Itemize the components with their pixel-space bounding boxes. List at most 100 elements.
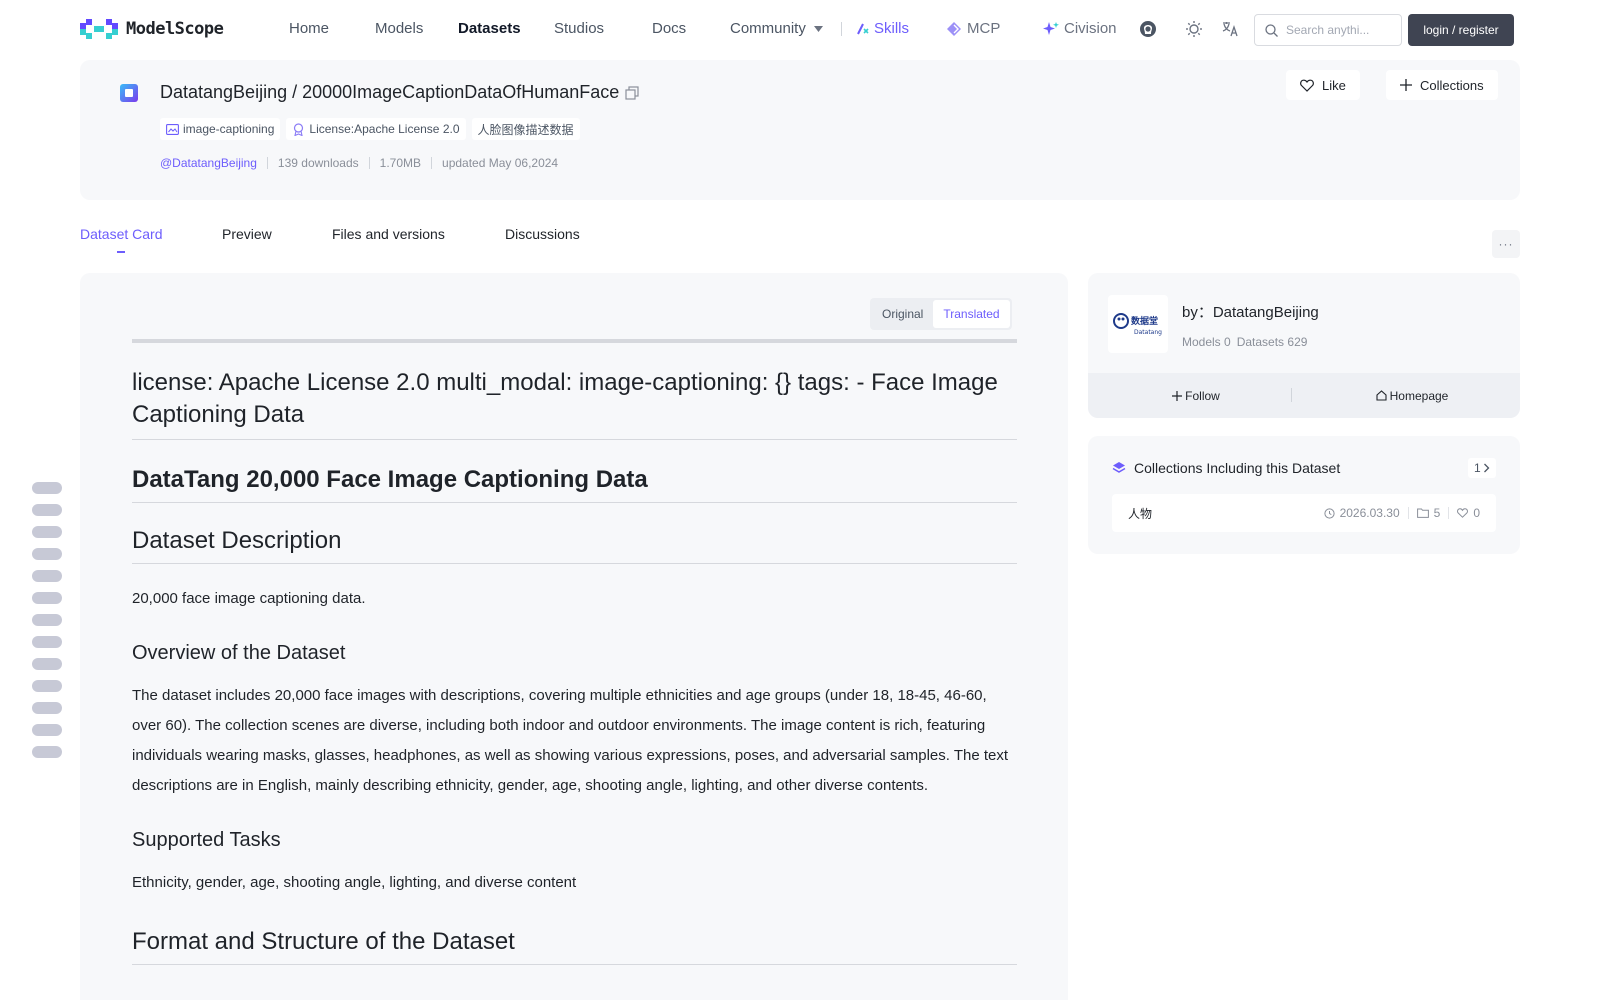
toc-item[interactable] bbox=[32, 746, 62, 758]
logo-english-text: Datatang bbox=[1134, 329, 1162, 336]
github-icon[interactable] bbox=[1138, 19, 1158, 39]
chevron-right-icon bbox=[1483, 463, 1490, 473]
stats-divider bbox=[1448, 507, 1450, 519]
more-options-button[interactable]: ··· bbox=[1492, 230, 1520, 258]
tag-image-captioning[interactable]: image-captioning bbox=[160, 118, 281, 140]
collections-title: Collections Including this Dataset bbox=[1134, 460, 1341, 476]
dataset-avatar bbox=[120, 84, 138, 102]
toc-item[interactable] bbox=[32, 548, 62, 560]
translation-toggle: Original Translated bbox=[870, 298, 1012, 330]
dataset-header: DatatangBeijing / 20000ImageCaptionDataO… bbox=[80, 60, 1520, 200]
clock-icon bbox=[1323, 507, 1335, 519]
like-button[interactable]: Like bbox=[1286, 70, 1360, 100]
nav-models[interactable]: Models bbox=[375, 20, 423, 37]
author-link[interactable]: @DatatangBeijing bbox=[160, 156, 257, 170]
table-of-contents bbox=[32, 482, 62, 758]
nav-skills[interactable]: Skills bbox=[856, 20, 909, 37]
description-text: 20,000 face image captioning data. bbox=[132, 590, 366, 607]
description-heading: Dataset Description bbox=[132, 527, 1017, 564]
image-caption-icon bbox=[166, 123, 179, 135]
toc-item[interactable] bbox=[32, 724, 62, 736]
heart-icon bbox=[1457, 508, 1469, 518]
original-option[interactable]: Original bbox=[872, 300, 933, 328]
nav-mcp-label: MCP bbox=[967, 20, 1001, 37]
login-register-button[interactable]: login / register bbox=[1408, 14, 1514, 46]
collection-date-text: 2026.03.30 bbox=[1339, 506, 1400, 520]
tab-dataset-card[interactable]: Dataset Card bbox=[80, 226, 162, 242]
toc-item[interactable] bbox=[32, 614, 62, 626]
author-actions: Follow Homepage bbox=[1088, 373, 1520, 418]
nav-docs[interactable]: Docs bbox=[652, 20, 686, 37]
supported-tasks-heading: Supported Tasks bbox=[132, 829, 281, 851]
collection-likes-text: 0 bbox=[1473, 506, 1480, 520]
collections-heading: Collections Including this Dataset bbox=[1112, 460, 1340, 476]
homepage-label: Homepage bbox=[1389, 388, 1449, 403]
toc-item[interactable] bbox=[32, 526, 62, 538]
modelscope-logo[interactable]: ModelScope bbox=[80, 19, 224, 39]
plus-icon bbox=[1400, 79, 1412, 91]
markdown-body: license: Apache License 2.0 multi_modal:… bbox=[132, 339, 1017, 965]
nav-divider bbox=[841, 22, 842, 36]
heart-icon bbox=[1300, 79, 1314, 92]
collections-count: 1 bbox=[1474, 461, 1481, 475]
author-card: 数据堂 Datatang by：DatatangBeijing Models 0… bbox=[1088, 273, 1520, 418]
author-datasets-count[interactable]: Datasets 629 bbox=[1237, 335, 1308, 349]
translated-option[interactable]: Translated bbox=[933, 300, 1010, 328]
toc-item[interactable] bbox=[32, 658, 62, 670]
collection-item[interactable]: 人物 2026.03.30 5 0 bbox=[1112, 494, 1496, 532]
language-icon[interactable] bbox=[1220, 19, 1240, 39]
nav-mcp[interactable]: MCP bbox=[946, 20, 1000, 37]
collection-likes: 0 bbox=[1457, 506, 1480, 520]
homepage-button[interactable]: Homepage bbox=[1304, 389, 1520, 403]
collections-label: Collections bbox=[1420, 77, 1484, 93]
toc-item[interactable] bbox=[32, 680, 62, 692]
front-matter-heading: license: Apache License 2.0 multi_modal:… bbox=[132, 367, 1017, 440]
toc-item[interactable] bbox=[32, 504, 62, 516]
nav-datasets[interactable]: Datasets bbox=[458, 20, 521, 37]
copy-icon[interactable] bbox=[625, 85, 639, 100]
toc-item[interactable] bbox=[32, 570, 62, 582]
tab-preview[interactable]: Preview bbox=[222, 226, 272, 242]
theme-toggle-icon[interactable] bbox=[1184, 19, 1204, 39]
search-input[interactable] bbox=[1286, 23, 1396, 37]
toc-item[interactable] bbox=[32, 636, 62, 648]
toc-item[interactable] bbox=[32, 482, 62, 494]
tag-label: 人脸图像描述数据 bbox=[477, 122, 574, 137]
front-matter-rule bbox=[132, 339, 1017, 343]
nav-community[interactable]: Community bbox=[730, 20, 823, 37]
download-count: 139 downloads bbox=[277, 156, 359, 170]
tag-license[interactable]: License:Apache License 2.0 bbox=[286, 118, 466, 140]
author-name[interactable]: by：DatatangBeijing bbox=[1182, 301, 1319, 322]
collections-card: Collections Including this Dataset 1 人物 … bbox=[1088, 436, 1520, 554]
overview-heading: Overview of the Dataset bbox=[132, 642, 346, 664]
author-models-count[interactable]: Models 0 bbox=[1182, 335, 1231, 349]
logo-chinese-text: 数据堂 bbox=[1131, 315, 1158, 327]
toc-item[interactable] bbox=[32, 702, 62, 714]
folder-icon bbox=[1416, 508, 1429, 518]
nav-studios[interactable]: Studios bbox=[554, 20, 604, 37]
dataset-title-text: DatatangBeijing / 20000ImageCaptionDataO… bbox=[160, 82, 620, 102]
dataset-main-heading: DataTang 20,000 Face Image Captioning Da… bbox=[132, 466, 1017, 503]
nav-community-label: Community bbox=[730, 20, 806, 37]
tag-chinese-name[interactable]: 人脸图像描述数据 bbox=[471, 118, 580, 140]
collection-name: 人物 bbox=[1128, 506, 1153, 521]
tab-files-and-versions[interactable]: Files and versions bbox=[332, 226, 445, 242]
follow-button[interactable]: Follow bbox=[1088, 389, 1304, 403]
collection-item-count: 5 bbox=[1416, 506, 1440, 520]
top-navbar: ModelScope Home Models Datasets Studios … bbox=[0, 0, 1600, 58]
collections-count-button[interactable]: 1 bbox=[1468, 458, 1496, 478]
dataset-meta: @DatatangBeijing 139 downloads 1.70MB up… bbox=[160, 156, 558, 170]
meta-divider bbox=[368, 157, 370, 169]
search-box[interactable] bbox=[1254, 14, 1402, 46]
tab-discussions[interactable]: Discussions bbox=[505, 226, 580, 242]
nav-home[interactable]: Home bbox=[289, 20, 329, 37]
dataset-tags: image-captioning License:Apache License … bbox=[160, 118, 580, 140]
skills-icon bbox=[857, 23, 869, 34]
nav-civision[interactable]: Civision bbox=[1043, 20, 1117, 37]
mcp-icon bbox=[947, 21, 961, 36]
collection-stats: 2026.03.30 5 0 bbox=[1323, 506, 1480, 520]
toc-item[interactable] bbox=[32, 592, 62, 604]
add-to-collections-button[interactable]: Collections bbox=[1386, 70, 1498, 100]
datatang-logo[interactable]: 数据堂 Datatang bbox=[1108, 295, 1168, 353]
actions-divider bbox=[1291, 388, 1292, 402]
